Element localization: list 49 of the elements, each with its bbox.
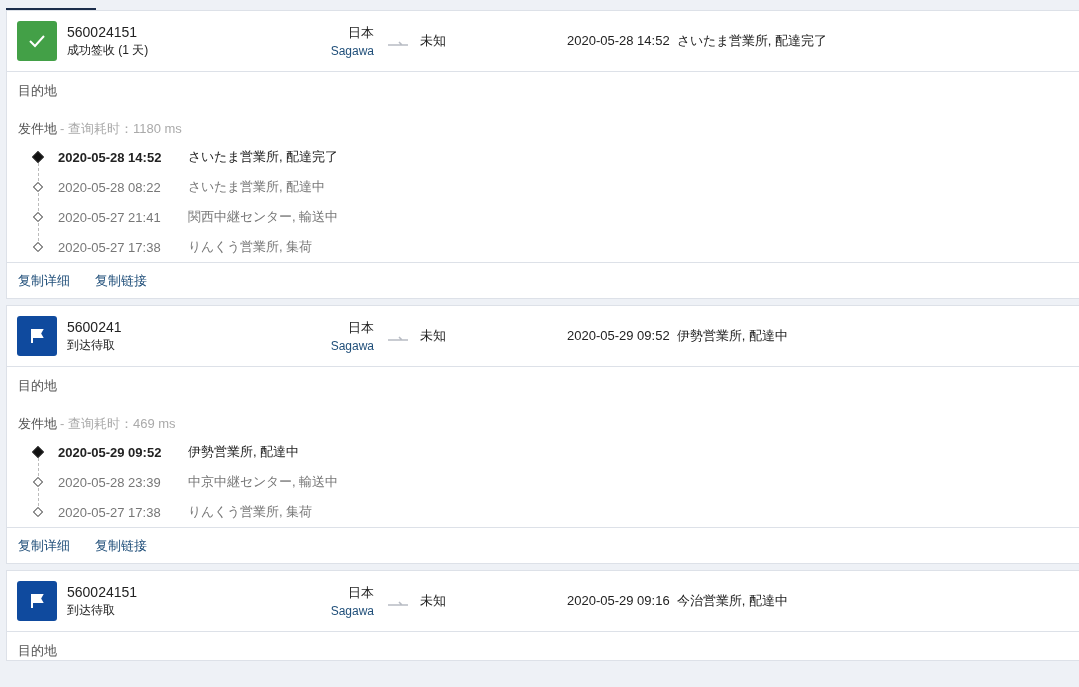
status-text: 到达待取 — [67, 336, 116, 354]
origin-label: 发件地 — [18, 416, 57, 431]
query-time: - 查询耗时：469 ms — [60, 416, 176, 431]
destination-country: 未知 — [420, 327, 447, 345]
status-text: 成功签收 (1 天) — [67, 41, 150, 59]
event-text: 伊勢営業所, 配達中 — [188, 443, 300, 461]
status-icon — [17, 316, 57, 356]
copy-link[interactable]: 复制链接 — [95, 536, 147, 555]
destination-country: 未知 — [420, 32, 447, 50]
event-time: 2020-05-28 08:22 — [58, 179, 162, 195]
latest-event: 2020-05-28 14:52 さいたま営業所, 配達完了 — [567, 32, 828, 50]
copy-link[interactable]: 复制详细 — [18, 271, 70, 290]
arrow-icon — [388, 40, 408, 48]
query-time: - 查询耗时：1180 ms — [60, 121, 182, 136]
event-time: 2020-05-28 23:39 — [58, 474, 162, 490]
event-text: 中京中継センター, 輸送中 — [188, 473, 339, 491]
event-time: 2020-05-28 14:52 — [58, 149, 163, 165]
copy-link[interactable]: 复制链接 — [95, 271, 147, 290]
status-icon — [17, 21, 57, 61]
event-text: さいたま営業所, 配達完了 — [188, 148, 339, 166]
event-time: 2020-05-27 17:38 — [58, 239, 162, 255]
arrow-icon — [388, 335, 408, 343]
destination-country: 未知 — [420, 592, 447, 610]
origin-country: 日本 — [348, 584, 374, 602]
origin-country: 日本 — [348, 319, 374, 337]
status-icon — [17, 581, 57, 621]
tracking-number: 560024151 — [67, 583, 139, 600]
origin-country: 日本 — [348, 24, 374, 42]
event-text: りんくう営業所, 集荷 — [188, 503, 313, 521]
destination-label: 目的地 — [18, 83, 57, 98]
destination-label: 目的地 — [18, 378, 57, 393]
event-text: 関西中継センター, 輸送中 — [188, 208, 339, 226]
tracking-number: 5600241 — [67, 318, 123, 335]
carrier-link[interactable]: Sagawa — [330, 339, 374, 353]
arrow-icon — [388, 600, 408, 608]
destination-label: 目的地 — [18, 643, 57, 658]
event-time: 2020-05-29 09:52 — [58, 444, 163, 460]
carrier-link[interactable]: Sagawa — [330, 604, 374, 618]
event-time: 2020-05-27 21:41 — [58, 209, 162, 225]
origin-label: 发件地 — [18, 121, 57, 136]
carrier-link[interactable]: Sagawa — [330, 44, 374, 58]
latest-event: 2020-05-29 09:52 伊勢営業所, 配達中 — [567, 327, 789, 345]
event-time: 2020-05-27 17:38 — [58, 504, 162, 520]
tracking-number: 560024151 — [67, 23, 139, 40]
event-text: りんくう営業所, 集荷 — [188, 238, 313, 256]
latest-event: 2020-05-29 09:16 今治営業所, 配達中 — [567, 592, 789, 610]
copy-link[interactable]: 复制详细 — [18, 536, 70, 555]
status-text: 到达待取 — [67, 601, 116, 619]
event-text: さいたま営業所, 配達中 — [188, 178, 326, 196]
